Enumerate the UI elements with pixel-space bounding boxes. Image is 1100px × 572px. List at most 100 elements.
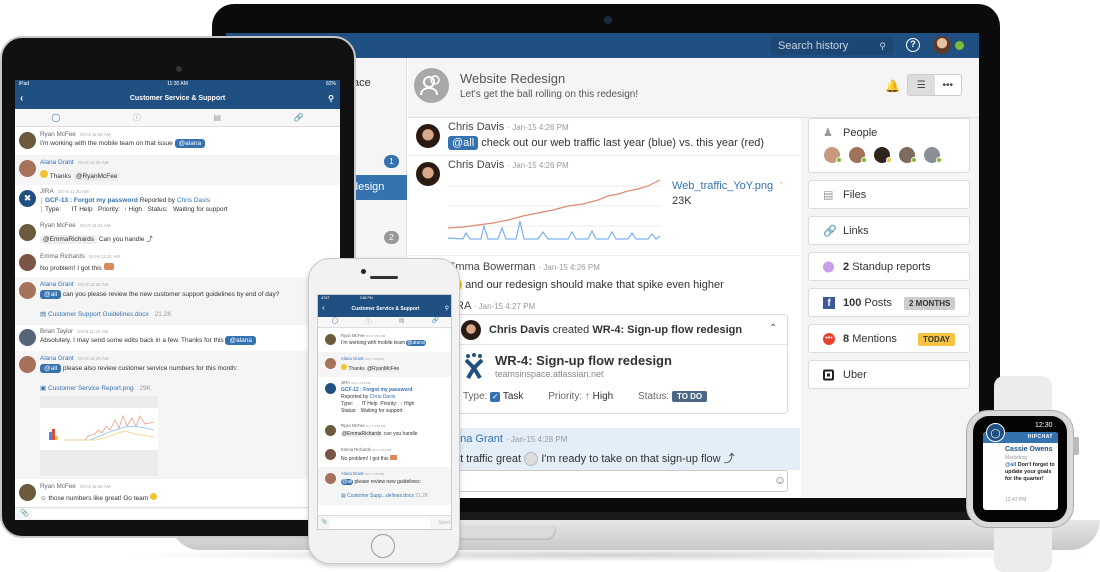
collapse-icon[interactable]: ⌃ (769, 323, 777, 334)
file-icon: ▤ (823, 189, 834, 201)
bell-icon[interactable]: 🔔 (885, 79, 900, 93)
send-button[interactable]: Send (438, 520, 450, 526)
search-icon[interactable]: ⚲ (445, 305, 449, 312)
search-input[interactable]: Search history ⚲ (771, 37, 893, 55)
reporter-link[interactable]: Chris Davis (370, 394, 396, 400)
chat-message: Alana Grant Oct-9 11:20 AM Thanks @RyanMc… (15, 155, 340, 185)
room-title: Customer Service & Support (129, 95, 226, 102)
avatar (19, 356, 36, 373)
message-input[interactable] (330, 518, 430, 529)
emoji-icon (149, 493, 157, 500)
mentions-icon: ••• (823, 332, 835, 345)
mention-tag[interactable]: @RyanMcFee (366, 366, 401, 372)
more-options-icon[interactable]: ••• (935, 75, 962, 95)
standup-card[interactable]: 2 Standup reports (808, 252, 970, 281)
issue-status: Status: Waiting for support (341, 408, 403, 414)
sender-name: Emma Bowerman (448, 261, 536, 273)
emoji-picker-icon[interactable]: ☺ (774, 473, 786, 487)
sender-name: ana Grant (454, 433, 503, 445)
sender-name: Ryan McFee (40, 131, 76, 138)
issue-link[interactable]: GCF-12 : Forgot my password (341, 387, 412, 393)
sender-name: JIRA (40, 188, 54, 195)
report-image-thumbnail[interactable] (40, 396, 158, 476)
mention-tag[interactable]: @all (40, 364, 62, 373)
home-button[interactable] (371, 534, 395, 558)
list-view-icon[interactable]: ☰ (908, 75, 935, 95)
right-sidebar: ♟ People ▤ Files 🔗 Links 2 Standup repor… (801, 118, 979, 498)
help-icon[interactable]: ? (906, 38, 920, 52)
hipchat-logo-icon: ◯ (986, 423, 1005, 442)
attach-icon[interactable]: 📎 (20, 509, 29, 517)
message-text: No problem! I got this (341, 456, 389, 462)
user-avatar[interactable] (933, 36, 951, 54)
issue-link[interactable]: GCF-13 : Forgot my password (45, 197, 138, 204)
attachment-link[interactable]: Web_traffic_YoY.png (672, 180, 773, 192)
iphone-header: AT&T 3:58 PM ‹ Customer Service & Suppor… (318, 295, 451, 317)
mention-tag[interactable]: @alana (225, 336, 256, 345)
mention-tag[interactable]: @alana (406, 340, 426, 346)
files-label: Files (843, 188, 867, 201)
search-icon[interactable]: ⚲ (328, 90, 334, 107)
device-shadow (120, 548, 1100, 562)
mention-tag[interactable]: @EmmaRichards (40, 235, 98, 244)
timestamp: Oct-7 3:54 PM (351, 381, 371, 385)
issue-title[interactable]: WR-4: Sign-up flow redesign (495, 353, 672, 368)
attach-icon[interactable]: 📎 (321, 519, 327, 525)
checkbox-icon: ✓ (490, 392, 501, 402)
chat-tab-icon[interactable]: ◯ (332, 317, 339, 327)
links-tab-icon[interactable]: 🔗 (432, 317, 439, 327)
unread-badge: 2 (384, 231, 399, 244)
file-link[interactable]: Customer Support Guidelines.docx (48, 311, 149, 318)
watch-crown[interactable] (1073, 437, 1079, 455)
reporter-link[interactable]: Chris Davis (177, 197, 210, 204)
links-card[interactable]: 🔗 Links (808, 216, 970, 245)
file-link[interactable]: Customer Service Report.png (48, 385, 134, 392)
chat-message: Emma Bowerman · Jan-15 4:26 PM and our r… (408, 256, 800, 296)
image-file-icon: ▣ (40, 385, 47, 392)
traffic-chart-thumbnail[interactable] (448, 176, 663, 246)
sender-name: JIRA (341, 380, 350, 385)
links-tab-icon[interactable]: 🔗 (294, 113, 304, 122)
reported-by-label: Reported by (341, 394, 369, 400)
files-tab-icon[interactable]: ▤ (399, 317, 405, 327)
timestamp: Oct-9 11:21 AM (79, 223, 111, 228)
emoji-icon: ⤴ (723, 453, 735, 465)
issue-link[interactable]: WR-4: Sign-up flow redesign (592, 324, 742, 336)
jira-issue-card[interactable]: Chris Davis created WR-4: Sign-up flow r… (454, 314, 788, 414)
sender-name: Alana Grant (40, 159, 74, 166)
mention-tag[interactable]: @EmmaRichards (341, 431, 383, 437)
people-card[interactable]: ♟ People (808, 118, 970, 173)
uber-card[interactable]: Uber (808, 360, 970, 389)
status-label: Status: (638, 391, 670, 402)
collapse-icon[interactable]: ˆ (780, 181, 783, 191)
message-input[interactable] (32, 509, 332, 519)
info-tab-icon[interactable]: ⓘ (133, 112, 141, 123)
ipad-tabs: ◯ ⓘ ▤ 🔗 (15, 109, 340, 127)
facebook-card[interactable]: f 100 Posts 2 MONTHS (808, 288, 970, 317)
mention-tag[interactable]: @all (40, 290, 62, 299)
mention-tag[interactable]: @all (341, 479, 354, 485)
file-link[interactable]: Customer Supp...delines.docx (347, 493, 414, 499)
iphone-tabs: ◯ ⓘ ▤ 🔗 (318, 317, 451, 328)
issue-details: Type: IT Help Priority: ↑ High Status: W… (41, 206, 227, 213)
info-tab-icon[interactable]: ⓘ (366, 317, 372, 327)
files-card[interactable]: ▤ Files (808, 180, 970, 209)
files-tab-icon[interactable]: ▤ (214, 113, 222, 122)
mentions-card[interactable]: ••• 8 Mentions TODAY (808, 324, 970, 353)
chat-message: ana Grant · Jan-15 4:28 PM at traffic gr… (408, 428, 800, 470)
mention-tag[interactable]: @alana (174, 139, 206, 148)
avatar (19, 282, 36, 299)
watch-time: 12:30 (1035, 422, 1053, 429)
chat-tab-icon[interactable]: ◯ (51, 113, 60, 122)
message-input[interactable] (458, 470, 788, 492)
back-icon[interactable]: ‹ (20, 90, 23, 107)
standup-label: Standup reports (852, 260, 931, 273)
file-size: 29K (139, 385, 151, 392)
emoji-icon (389, 455, 397, 460)
timestamp: Oct-9 11:30 AM (79, 484, 111, 489)
mention-tag[interactable]: @all (448, 136, 479, 150)
notification-card[interactable]: HIPCHAT Cassie Owens Marketing @all Don'… (983, 432, 1058, 510)
today-badge: TODAY (918, 333, 956, 346)
room-title: Customer Service & Support (351, 306, 420, 312)
mention-tag[interactable]: @RyanMcFee (72, 172, 121, 181)
